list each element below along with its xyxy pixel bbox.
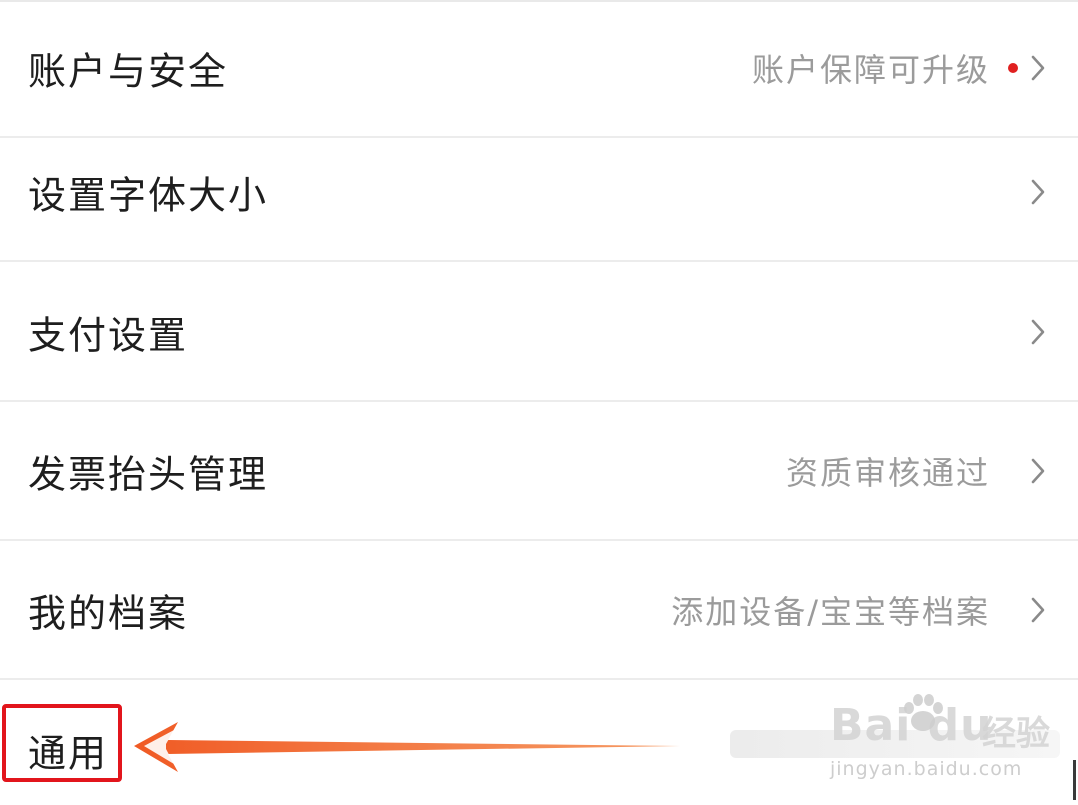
chevron-right-icon	[1028, 595, 1048, 625]
settings-screen: 账户与安全 账户保障可升级 设置字体大小 支付设置 发票抬头管理 资质审核通过 …	[0, 0, 1078, 805]
settings-item-payment[interactable]: 支付设置	[0, 264, 1078, 402]
settings-item-label: 发票抬头管理	[28, 452, 269, 497]
settings-item-value: 添加设备/宝宝等档案	[671, 593, 990, 631]
settings-item-label: 支付设置	[28, 313, 189, 358]
chevron-right-icon	[1028, 456, 1048, 486]
settings-item-my-profile[interactable]: 我的档案 添加设备/宝宝等档案	[0, 542, 1078, 680]
settings-item-label: 账户与安全	[28, 49, 229, 94]
chevron-right-icon	[1028, 53, 1048, 83]
settings-item-value: 资质审核通过	[785, 454, 990, 492]
chevron-right-icon	[1028, 317, 1048, 347]
chevron-right-icon	[1028, 177, 1048, 207]
settings-item-label: 我的档案	[28, 591, 189, 636]
settings-item-general[interactable]: 通用	[0, 682, 1078, 805]
settings-item-label: 通用	[28, 731, 109, 776]
settings-item-account-security[interactable]: 账户与安全 账户保障可升级	[0, 0, 1078, 138]
settings-item-font-size[interactable]: 设置字体大小	[0, 124, 1078, 262]
settings-item-invoice-title[interactable]: 发票抬头管理 资质审核通过	[0, 403, 1078, 541]
settings-item-value: 账户保障可升级	[751, 51, 990, 89]
scrollbar	[1073, 760, 1076, 800]
settings-item-label: 设置字体大小	[28, 173, 269, 218]
notification-dot-icon	[1008, 63, 1018, 73]
